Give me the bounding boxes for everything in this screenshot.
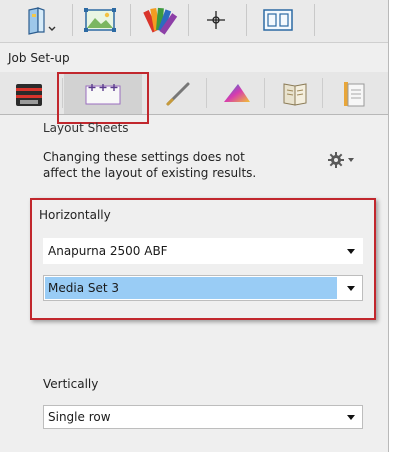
toolbar-separator (130, 4, 131, 36)
image-frame-button[interactable] (80, 4, 120, 36)
tab-printer-media[interactable] (6, 72, 60, 114)
book-pages-icon (283, 83, 307, 106)
rows-select[interactable]: Single row (43, 405, 363, 429)
color-swatch-book-icon (143, 7, 178, 35)
dropdown-arrow-icon (340, 239, 362, 263)
layout-preview-button[interactable] (254, 4, 302, 36)
document-pages-icon (344, 82, 365, 107)
toolbar-separator (246, 4, 247, 36)
media-set-select-value: Media Set 3 (48, 281, 120, 295)
tab-pages[interactable] (326, 72, 380, 114)
info-line: Changing these settings does not (43, 150, 245, 164)
section-title: Job Set-up (8, 51, 70, 65)
printer-media-icon (16, 84, 42, 106)
rows-select-value: Single row (48, 410, 111, 424)
image-frame-icon (84, 8, 116, 32)
toolbar-separator (72, 4, 73, 36)
tab-divider (206, 78, 207, 108)
vertically-label: Vertically (43, 377, 99, 391)
pen-icon (166, 82, 190, 106)
printer-select-value: Anapurna 2500 ABF (48, 244, 168, 258)
color-triangle-icon (224, 84, 250, 102)
color-swatch-button[interactable] (138, 4, 178, 36)
gear-menu-button[interactable] (326, 150, 360, 170)
info-line: affect the layout of existing results. (43, 166, 257, 180)
dropdown-arrow-icon (340, 406, 362, 428)
tab-book[interactable] (268, 72, 322, 114)
group-heading: Layout Sheets (43, 121, 129, 135)
tab-divider (322, 78, 323, 108)
toolbar-separator (188, 4, 189, 36)
toolbar-separator (314, 4, 315, 36)
panel-border (388, 0, 389, 452)
tab-color[interactable] (210, 72, 264, 114)
job-document-icon (28, 7, 56, 35)
layout-preview-icon (263, 9, 293, 31)
gear-icon (328, 152, 354, 168)
printer-select[interactable]: Anapurna 2500 ABF (43, 238, 363, 264)
crosshair-target-icon (207, 11, 225, 29)
tab-pen[interactable] (152, 72, 206, 114)
tab-divider (264, 78, 265, 108)
job-document-button[interactable] (24, 4, 60, 36)
top-toolbar (0, 0, 388, 43)
tab-highlight-frame (57, 72, 149, 124)
dropdown-arrow-icon (340, 276, 362, 300)
horizontally-label: Horizontally (39, 208, 111, 222)
crosshair-button[interactable] (196, 4, 236, 36)
media-set-select[interactable]: Media Set 3 (43, 275, 363, 301)
info-text: Changing these settings does not affect … (43, 149, 283, 181)
